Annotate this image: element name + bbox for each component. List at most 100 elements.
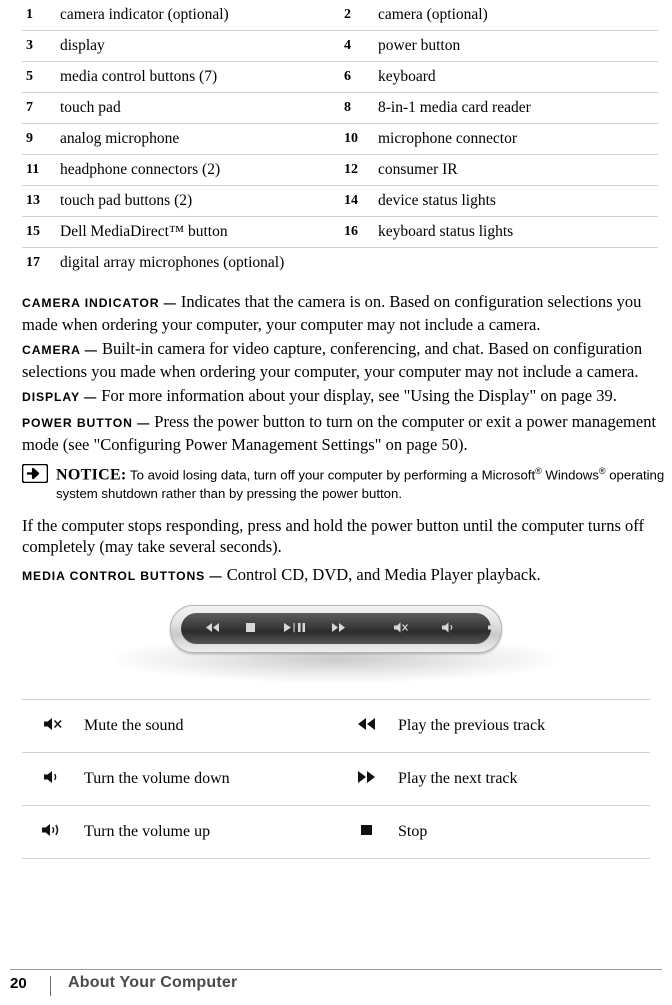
table-row: 11 headphone connectors (2) 12 consumer …	[22, 154, 658, 186]
callout-label: keyboard	[374, 61, 658, 93]
callout-legend-table: 1 camera indicator (optional) 2 camera (…	[22, 0, 658, 279]
notice-block: NOTICE: To avoid losing data, turn off y…	[21, 462, 670, 503]
callout-label: consumer IR	[374, 154, 658, 186]
footer-chapter-title: About Your Computer	[68, 974, 238, 991]
table-row: 1 camera indicator (optional) 2 camera (…	[22, 0, 658, 31]
callout-number: 2	[340, 0, 374, 31]
definition-term: CAMERA INDICATOR —	[22, 296, 177, 310]
page-footer: 20 About Your Computer	[0, 969, 672, 1005]
definitions-block: CAMERA INDICATOR — Indicates that the ca…	[22, 279, 670, 455]
callout-number: 3	[22, 30, 56, 62]
control-label: Play the previous track	[398, 699, 650, 753]
next-track-icon	[336, 752, 398, 806]
notice-text-container: NOTICE: To avoid losing data, turn off y…	[56, 462, 670, 503]
definition-camera-indicator: CAMERA INDICATOR — Indicates that the ca…	[22, 291, 670, 335]
definition-text: For more information about your display,…	[101, 386, 617, 405]
callout-label: digital array microphones (optional)	[60, 254, 285, 271]
registered-mark: ®	[598, 466, 606, 476]
notice-text-part1: To avoid losing data, turn off your comp…	[130, 467, 536, 483]
definition-media-control-buttons: MEDIA CONTROL BUTTONS — Control CD, DVD,…	[22, 560, 670, 587]
volume-up-icon	[487, 621, 507, 636]
after-notice-paragraph: If the computer stops responding, press …	[22, 516, 644, 557]
media-control-legend-table: Mute the sound Play the previous track T…	[22, 699, 650, 860]
footer-divider	[10, 969, 662, 970]
callout-label: Dell MediaDirect™ button	[56, 216, 340, 248]
table-row: 15 Dell MediaDirect™ button 16 keyboard …	[22, 216, 658, 248]
volume-down-icon	[441, 621, 457, 636]
callout-label	[374, 248, 658, 280]
footer-page-number: 20	[10, 975, 27, 992]
callout-number: 7	[22, 92, 56, 124]
definition-term: MEDIA CONTROL BUTTONS —	[22, 569, 223, 584]
table-row: Turn the volume down Play the next track	[22, 752, 650, 806]
callout-number: 17	[26, 255, 40, 270]
callout-number: 16	[340, 216, 374, 248]
definition-term: CAMERA —	[22, 343, 98, 357]
callout-label: touch pad	[56, 92, 340, 124]
callout-label: 8-in-1 media card reader	[374, 92, 658, 124]
definition-display: DISPLAY — For more information about you…	[22, 385, 670, 408]
control-label: Mute the sound	[84, 699, 336, 753]
registered-mark: ®	[535, 466, 542, 476]
table-row: 3 display 4 power button	[22, 30, 658, 62]
media-control-panel-image	[22, 599, 650, 691]
control-panel-body	[170, 605, 502, 654]
stop-icon	[245, 622, 257, 635]
callout-number: 14	[340, 185, 374, 217]
definition-term: POWER BUTTON —	[22, 416, 151, 430]
callout-number: 13	[22, 185, 56, 217]
stop-icon	[336, 805, 398, 860]
control-label: Turn the volume up	[84, 805, 336, 860]
control-label: Stop	[398, 805, 650, 860]
volume-up-icon	[22, 805, 84, 860]
callout-number	[340, 248, 374, 280]
callout-label: headphone connectors (2)	[56, 154, 340, 186]
control-panel-strip	[181, 613, 502, 645]
table-row: 7 touch pad 8 8-in-1 media card reader	[22, 92, 658, 124]
callout-number: 4	[340, 30, 374, 62]
notice-label: NOTICE:	[56, 466, 127, 484]
previous-track-icon	[205, 622, 221, 635]
callout-label: device status lights	[374, 185, 658, 217]
table-row: Turn the volume up Stop	[22, 805, 650, 860]
control-label: Play the next track	[398, 752, 650, 806]
callout-label: analog microphone	[56, 123, 340, 155]
document-page: 1 camera indicator (optional) 2 camera (…	[0, 0, 672, 1005]
definition-text: Control CD, DVD, and Media Player playba…	[226, 565, 541, 585]
mute-icon	[393, 621, 409, 636]
notice-arrow-icon	[21, 463, 49, 484]
callout-label: power button	[374, 30, 658, 62]
mute-icon	[22, 699, 84, 753]
callout-label: camera (optional)	[374, 0, 658, 31]
table-row: 9 analog microphone 10 microphone connec…	[22, 123, 658, 155]
callout-label: touch pad buttons (2)	[56, 185, 340, 217]
control-label: Turn the volume down	[84, 752, 336, 806]
table-row: 17 digital array microphones (optional)	[22, 248, 658, 280]
notice-text-part2: Windows	[545, 467, 599, 483]
callout-number: 8	[340, 92, 374, 124]
definition-term: DISPLAY —	[22, 390, 98, 404]
callout-label: keyboard status lights	[374, 216, 658, 248]
previous-track-icon	[336, 699, 398, 753]
volume-down-icon	[22, 752, 84, 806]
callout-label: display	[56, 30, 340, 62]
table-row: Mute the sound Play the previous track	[22, 699, 650, 753]
callout-label: microphone connector	[374, 123, 658, 155]
callout-number: 1	[22, 0, 56, 31]
table-row: 13 touch pad buttons (2) 14 device statu…	[22, 185, 658, 217]
callout-number: 10	[340, 123, 374, 155]
footer-separator	[50, 976, 51, 996]
callout-number: 12	[340, 154, 374, 186]
callout-label: camera indicator (optional)	[56, 0, 340, 31]
callout-number: 6	[340, 61, 374, 93]
callout-number: 9	[22, 123, 56, 155]
play-pause-icon	[283, 622, 309, 635]
definition-text: Built-in camera for video capture, confe…	[22, 339, 643, 381]
callout-number: 15	[22, 216, 56, 248]
callout-number: 5	[22, 61, 56, 93]
callout-label: media control buttons (7)	[56, 61, 340, 93]
after-notice-block: If the computer stops responding, press …	[22, 513, 670, 587]
definition-power-button: POWER BUTTON — Press the power button to…	[22, 411, 670, 455]
definition-camera: CAMERA — Built-in camera for video captu…	[22, 338, 670, 382]
callout-number: 11	[22, 154, 56, 186]
